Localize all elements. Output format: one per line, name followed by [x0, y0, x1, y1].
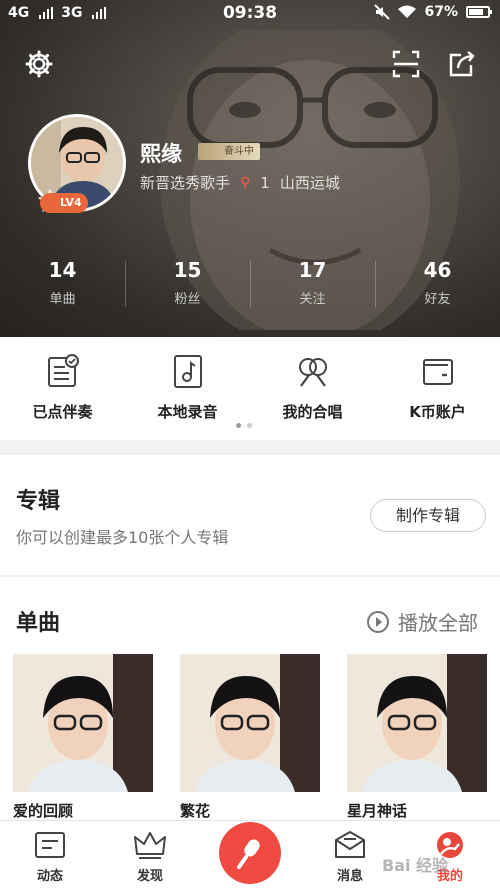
song-cover [180, 654, 320, 792]
stat-label: 关注 [299, 292, 326, 307]
feed-icon [35, 832, 65, 858]
record-button[interactable] [219, 822, 281, 884]
album-description: 你可以创建最多10张个人专辑 [16, 528, 229, 547]
stat-label: 单曲 [49, 292, 76, 307]
battery-percent: 67% [424, 4, 458, 20]
album-section: 专辑 你可以创建最多10张个人专辑 制作专辑 [0, 455, 500, 575]
level-badge: LV4 [40, 193, 88, 213]
settings-gear-icon[interactable] [24, 49, 54, 79]
crown-icon [134, 832, 166, 859]
chorus-icon [298, 358, 327, 387]
singles-section: 单曲 播放全部 爱的回顾 繁花 星月神话 [0, 577, 500, 820]
quick-action-chorus[interactable]: 我的合唱 [250, 337, 375, 440]
user-title: 新晋选秀歌手 [140, 174, 231, 192]
album-title: 专辑 [16, 489, 61, 514]
wallet-icon [422, 359, 453, 385]
quick-action-label: 本地录音 [157, 403, 218, 421]
song-card[interactable]: 繁花 [180, 654, 320, 820]
location-pin-icon: ⚲ [240, 174, 251, 191]
song-title: 爱的回顾 [13, 802, 74, 820]
make-album-button[interactable]: 制作专辑 [370, 499, 486, 532]
play-all-button[interactable]: 播放全部 [366, 607, 478, 636]
mute-icon [374, 4, 391, 20]
stat-value: 15 [173, 258, 202, 282]
quick-action-local-recording[interactable]: 本地录音 [125, 337, 250, 440]
stat-label: 粉丝 [174, 292, 201, 307]
song-card[interactable]: 爱的回顾 [13, 654, 153, 820]
nav-feed[interactable]: 动态 [0, 821, 100, 889]
location-count: 1 [260, 173, 270, 192]
page-indicator [236, 423, 252, 428]
nav-label: 发现 [136, 869, 163, 884]
song-cover [347, 654, 487, 792]
song-list-icon [47, 354, 79, 387]
singles-title: 单曲 [16, 611, 61, 636]
quick-action-song-list[interactable]: 已点伴奏 [0, 337, 125, 440]
stat-label: 好友 [424, 292, 451, 307]
quick-action-label: 已点伴奏 [32, 403, 93, 421]
stat-value: 46 [423, 258, 452, 282]
nav-discover[interactable]: 发现 [100, 821, 200, 889]
play-circle-icon [367, 610, 389, 633]
song-cover [13, 654, 153, 792]
quick-action-wallet[interactable]: K币账户 [375, 337, 500, 440]
stat-singles[interactable]: 14 单曲 [0, 255, 125, 315]
cover-photo [180, 654, 320, 792]
share-icon[interactable] [447, 49, 477, 79]
stat-friends[interactable]: 46 好友 [375, 255, 500, 315]
battery-icon [466, 6, 492, 18]
quick-action-label: 我的合唱 [282, 403, 343, 421]
cover-photo [13, 654, 153, 792]
song-title: 繁花 [180, 802, 211, 820]
rank-badge: 奋斗中 [198, 143, 260, 160]
stat-fans[interactable]: 15 粉丝 [125, 255, 250, 315]
watermark: Bai 经验 [382, 856, 449, 875]
song-title: 星月神话 [347, 802, 408, 820]
cover-photo [347, 654, 487, 792]
microphone-icon [237, 839, 260, 869]
quick-action-label: K币账户 [409, 403, 466, 421]
username: 熙缘 [140, 142, 182, 166]
song-card[interactable]: 星月神话 [347, 654, 487, 820]
profile-header: 4G 3G 09:38 67% LV4 熙缘 奋斗中 新晋选秀歌手 ⚲ 1 山西… [0, 0, 500, 337]
stats-bar: 14 单曲 15 粉丝 17 关注 46 好友 [0, 255, 500, 315]
local-recording-icon [173, 355, 202, 388]
stat-value: 17 [298, 258, 327, 282]
wifi-icon [398, 5, 417, 18]
stat-value: 14 [48, 258, 77, 282]
message-icon [335, 831, 365, 858]
stat-following[interactable]: 17 关注 [250, 255, 375, 315]
status-bar: 4G 3G 09:38 67% [0, 0, 500, 28]
scan-icon[interactable] [391, 49, 421, 79]
play-all-label: 播放全部 [398, 611, 478, 635]
nav-label: 动态 [36, 869, 63, 884]
location: 山西运城 [279, 174, 340, 192]
